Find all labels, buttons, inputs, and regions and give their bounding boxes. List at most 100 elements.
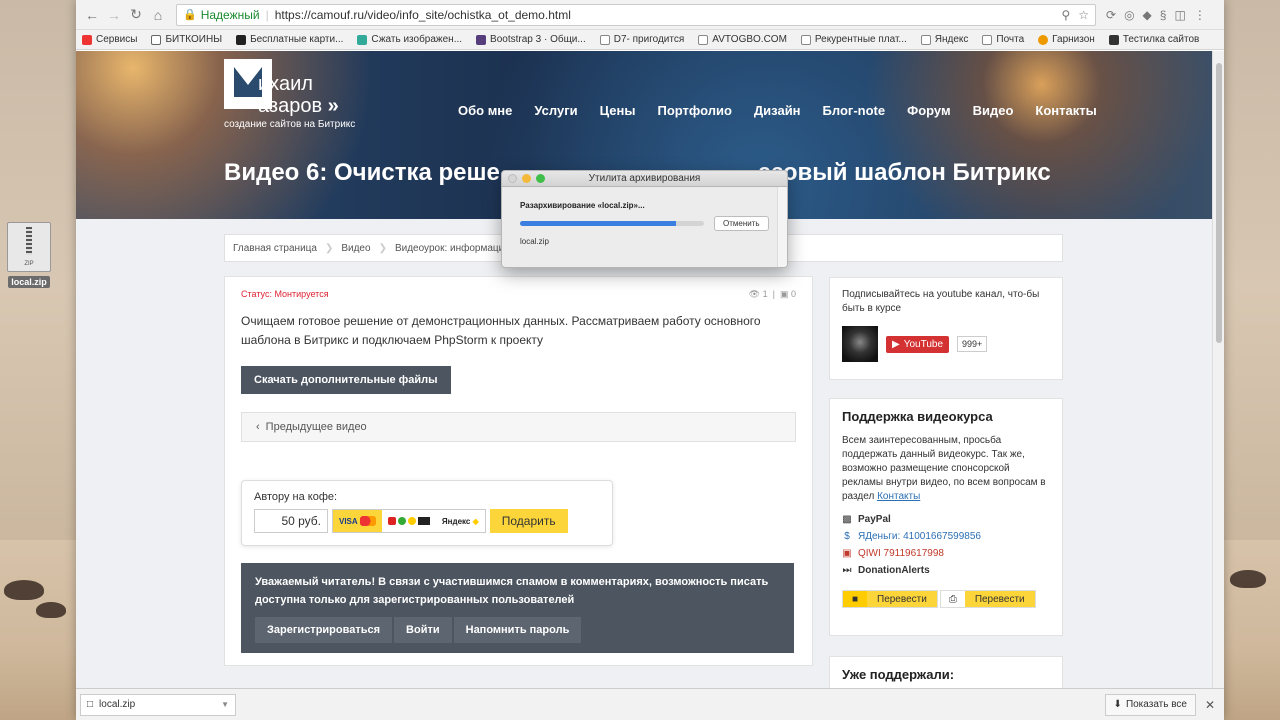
- bookmark-item[interactable]: D7- пригодится: [599, 34, 684, 45]
- support-title: Поддержка видеокурса: [842, 409, 993, 424]
- close-icon[interactable]: ✕: [1200, 698, 1220, 712]
- payment-yandex-option[interactable]: Яндекс ◆: [436, 510, 485, 532]
- scrollbar-thumb[interactable]: [1216, 63, 1222, 343]
- bookmark-item[interactable]: Яндекс: [920, 34, 968, 45]
- cancel-button[interactable]: Отменить: [714, 216, 769, 231]
- contacts-link[interactable]: Контакты: [877, 491, 920, 502]
- bookmark-item[interactable]: Тестилка сайтов: [1108, 34, 1199, 45]
- support-text: Всем заинтересованным, просьба поддержат…: [842, 435, 1046, 502]
- bookmark-item[interactable]: AVTOGBO.COM: [698, 34, 787, 45]
- bookmark-item[interactable]: Сжать изображен...: [357, 34, 462, 45]
- bookmark-item[interactable]: БИТКОИНЫ: [151, 34, 222, 45]
- comments-count: 0: [790, 289, 796, 299]
- payment-card-option[interactable]: VISA: [333, 510, 382, 532]
- image-icon: [357, 34, 368, 45]
- previous-video-link[interactable]: ‹ Предыдущее видео: [241, 412, 796, 442]
- mobile-operators-icon: [387, 517, 430, 525]
- eye-icon: 👁: [748, 289, 761, 299]
- visa-icon: VISA: [339, 516, 358, 526]
- extension-s-icon[interactable]: §: [1160, 8, 1167, 22]
- mastercard-icon: [359, 516, 376, 526]
- main-nav: Обо мне Услуги Цены Портфолио Дизайн Бло…: [458, 103, 1097, 118]
- downloads-bar: □ local.zip ▼ ⬇ Показать все ✕: [76, 688, 1224, 720]
- address-bar[interactable]: 🔒 Надежный | https://camouf.ru/video/inf…: [176, 3, 1096, 26]
- desktop-zip-file[interactable]: ZIP local.zip: [4, 222, 54, 292]
- bookmark-item[interactable]: Почта: [982, 34, 1024, 45]
- login-button[interactable]: Войти: [394, 617, 452, 643]
- zip-file-icon: ZIP: [7, 222, 51, 272]
- nav-item-design[interactable]: Дизайн: [754, 103, 801, 118]
- payment-mobile-option[interactable]: [382, 510, 436, 532]
- extension-sync-icon[interactable]: ⟳: [1106, 8, 1116, 22]
- breadcrumb-home[interactable]: Главная страница: [233, 243, 317, 254]
- notice-text: Уважаемый читатель! В связи с участившим…: [255, 576, 769, 606]
- paypal-item[interactable]: ▩ PayPal: [842, 514, 1050, 525]
- donationalerts-item[interactable]: ⏭ DonationAlerts: [842, 565, 1050, 576]
- bookmark-item[interactable]: Бесплатные карти...: [236, 34, 343, 45]
- donate-widget: Автору на кофе: 50 руб. VISA Яндекс ◆ По…: [241, 480, 613, 546]
- youtube-icon: ▶: [892, 338, 900, 350]
- menu-icon[interactable]: ⋮: [1194, 8, 1206, 22]
- reload-icon[interactable]: ↻: [126, 5, 146, 25]
- extension-drop-icon[interactable]: ◆: [1143, 8, 1152, 22]
- nav-item-forum[interactable]: Форум: [907, 103, 950, 118]
- nav-item-blog[interactable]: Блог-note: [823, 103, 886, 118]
- bookmark-item[interactable]: Сервисы: [82, 34, 137, 45]
- article-description: Очищаем готовое решение от демонстрацион…: [241, 314, 761, 347]
- cart-icon[interactable]: ◫: [1174, 8, 1185, 22]
- dollar-icon: $: [844, 531, 850, 542]
- page-scrollbar[interactable]: [1212, 51, 1224, 688]
- breadcrumb-video[interactable]: Видео: [341, 243, 370, 254]
- nav-item-about[interactable]: Обо мне: [458, 103, 512, 118]
- fast-forward-icon: ⏭: [842, 565, 852, 576]
- bookmark-item[interactable]: Гарнизон: [1038, 34, 1095, 45]
- paypal-icon: ▩: [842, 514, 852, 525]
- nav-item-contacts[interactable]: Контакты: [1035, 103, 1096, 118]
- avatar[interactable]: [842, 326, 878, 362]
- show-all-downloads-button[interactable]: ⬇ Показать все: [1104, 693, 1196, 716]
- forward-icon[interactable]: →: [104, 5, 124, 25]
- page-icon: [982, 34, 993, 45]
- donate-button[interactable]: Подарить: [489, 509, 568, 533]
- youtube-subscribe-button[interactable]: ▶ YouTube: [886, 335, 949, 353]
- star-icon[interactable]: ☆: [1078, 8, 1089, 22]
- page-viewport: ихаил азаров » создание сайтов на Битрик…: [76, 51, 1212, 688]
- maximize-window-icon[interactable]: [536, 174, 545, 183]
- camera-icon: [236, 34, 247, 45]
- nav-item-services[interactable]: Услуги: [534, 103, 577, 118]
- nav-item-video[interactable]: Видео: [973, 103, 1014, 118]
- key-icon[interactable]: ⚲: [1061, 8, 1070, 22]
- download-item[interactable]: □ local.zip ▼: [80, 693, 236, 716]
- dialog-title: Утилита архивирования: [588, 173, 701, 184]
- amount-input[interactable]: 50 руб.: [254, 509, 328, 533]
- transfer-widget-1: ■ Перевести: [842, 590, 938, 608]
- chevron-left-icon: ‹: [256, 421, 260, 433]
- logo-tagline: создание сайтов на Битрикс: [224, 119, 356, 130]
- download-files-button[interactable]: Скачать дополнительные файлы: [241, 366, 451, 394]
- status-text: Статус: Монтируется: [241, 289, 329, 299]
- bookmark-item[interactable]: Рекурентные плат...: [800, 34, 907, 45]
- qiwi-item[interactable]: ▣ QIWI 79119617998: [842, 548, 1050, 559]
- home-icon[interactable]: ⌂: [148, 5, 168, 25]
- comments-notice: Уважаемый читатель! В связи с участившим…: [241, 563, 794, 653]
- youtube-widget: Подписывайтесь на youtube канал, что-бы …: [829, 277, 1063, 380]
- nav-item-prices[interactable]: Цены: [600, 103, 636, 118]
- transfer-button[interactable]: Перевести: [964, 591, 1035, 607]
- views-count: 1: [762, 289, 768, 299]
- extension-camera-icon[interactable]: ◎: [1124, 8, 1134, 22]
- url-text: https://camouf.ru/video/info_site/ochist…: [274, 7, 571, 22]
- transfer-button[interactable]: Перевести: [867, 591, 937, 607]
- unarchive-status: Разархивирование «local.zip»...: [520, 201, 645, 210]
- folder-icon: [151, 34, 162, 45]
- flamingo-silhouette: [4, 580, 44, 600]
- yandex-money-item[interactable]: $ ЯДеньги: 41001667599856: [842, 531, 1050, 542]
- remind-password-button[interactable]: Напомнить пароль: [453, 617, 582, 643]
- close-window-icon[interactable]: [508, 174, 517, 183]
- nav-item-portfolio[interactable]: Портфолио: [657, 103, 731, 118]
- minimize-window-icon[interactable]: [522, 174, 531, 183]
- register-button[interactable]: Зарегистрироваться: [255, 617, 393, 643]
- chevron-down-icon[interactable]: ▼: [221, 700, 229, 709]
- back-icon[interactable]: ←: [82, 5, 102, 25]
- desktop-background-left: [0, 540, 76, 720]
- bookmark-item[interactable]: Bootstrap 3 · Общи...: [476, 34, 586, 45]
